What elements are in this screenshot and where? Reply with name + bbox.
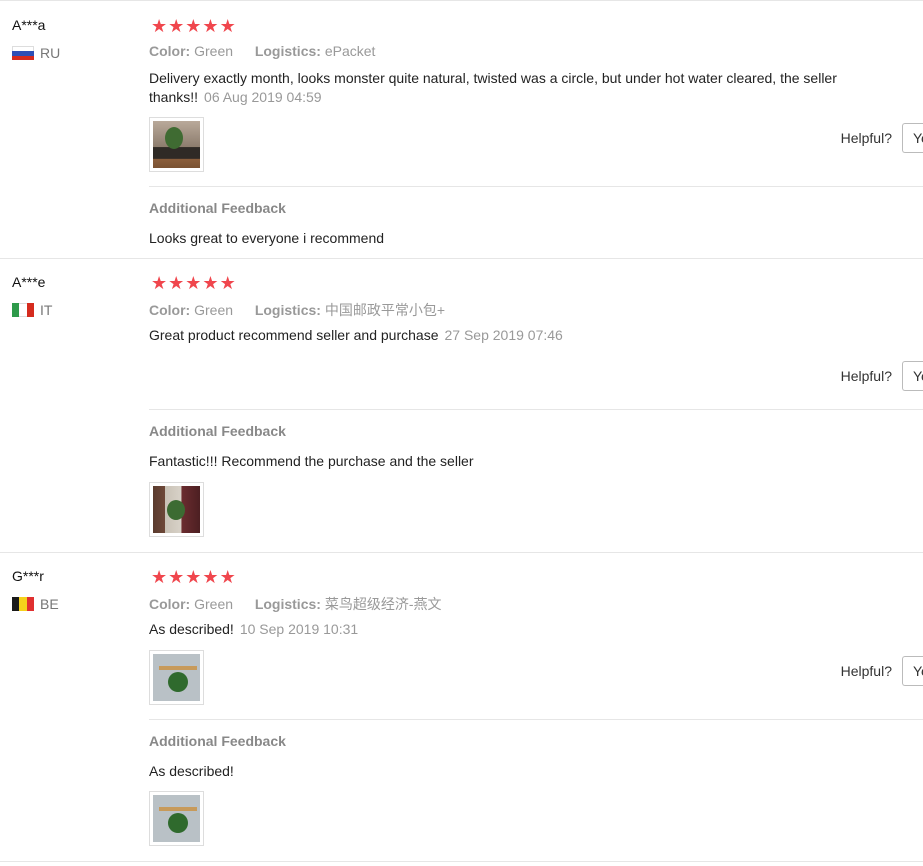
helpful-label: Helpful? bbox=[840, 663, 892, 679]
reviewer-country: IT bbox=[12, 302, 52, 318]
color-value: Green bbox=[194, 43, 234, 59]
country-code: BE bbox=[40, 596, 59, 612]
star-icon: ★ bbox=[219, 16, 236, 36]
color-label: Color: bbox=[149, 43, 191, 59]
review-date: 27 Sep 2019 07:46 bbox=[444, 327, 563, 343]
logistics-label: Logistics: bbox=[254, 596, 321, 612]
country-code: IT bbox=[40, 302, 53, 318]
star-icon: ★ bbox=[185, 567, 202, 587]
additional-feedback-title: Additional Feedback bbox=[149, 200, 286, 216]
review-date: 06 Aug 2019 04:59 bbox=[204, 89, 322, 105]
divider bbox=[149, 719, 923, 720]
divider bbox=[149, 409, 923, 410]
helpful-vote: Helpful? Yes bbox=[841, 123, 923, 153]
color-value: Green bbox=[194, 596, 234, 612]
helpful-yes-button[interactable]: Yes bbox=[902, 656, 923, 686]
flag-be-icon bbox=[12, 597, 34, 611]
helpful-vote: Helpful? Yes bbox=[841, 361, 923, 391]
logistics-value: 菜鸟超级经济-燕文 bbox=[324, 596, 442, 612]
star-icon: ★ bbox=[168, 567, 185, 587]
order-info: Color: Green Logistics: 菜鸟超级经济-燕文 bbox=[149, 594, 442, 614]
flag-ru-icon bbox=[12, 46, 34, 60]
review-text: As described! 10 Sep 2019 10:31 bbox=[149, 620, 899, 639]
review-text: Delivery exactly month, looks monster qu… bbox=[149, 69, 899, 107]
color-label: Color: bbox=[149, 302, 191, 318]
review-photo-thumbnail[interactable] bbox=[149, 117, 204, 172]
feedback-photo-thumbnail[interactable] bbox=[149, 482, 204, 537]
star-icon: ★ bbox=[219, 567, 236, 587]
divider bbox=[149, 186, 923, 187]
star-icon: ★ bbox=[202, 16, 219, 36]
helpful-yes-button[interactable]: Yes bbox=[902, 361, 923, 391]
reviewer-country: RU bbox=[12, 45, 60, 61]
star-rating: ★ ★ ★ ★ ★ bbox=[151, 274, 236, 292]
review-body: Great product recommend seller and purch… bbox=[149, 327, 439, 343]
star-rating: ★ ★ ★ ★ ★ bbox=[151, 17, 236, 35]
review-item: A***e IT ★ ★ ★ ★ ★ Color: Green Logistic… bbox=[0, 258, 923, 553]
additional-feedback-title: Additional Feedback bbox=[149, 733, 286, 749]
additional-feedback-text: Looks great to everyone i recommend bbox=[149, 230, 385, 246]
star-icon: ★ bbox=[185, 273, 202, 293]
star-icon: ★ bbox=[202, 273, 219, 293]
review-body: As described! bbox=[149, 621, 234, 637]
star-icon: ★ bbox=[202, 567, 219, 587]
plant-photo bbox=[153, 486, 200, 533]
color-label: Color: bbox=[149, 596, 191, 612]
plant-photo bbox=[153, 654, 200, 701]
reviewer-name: A***a bbox=[12, 17, 46, 33]
star-rating: ★ ★ ★ ★ ★ bbox=[151, 568, 236, 586]
logistics-label: Logistics: bbox=[254, 302, 321, 318]
review-item: G***r BE ★ ★ ★ ★ ★ Color: Green Logistic… bbox=[0, 552, 923, 862]
order-info: Color: Green Logistics: 中国邮政平常小包+ bbox=[149, 300, 445, 320]
order-info: Color: Green Logistics: ePacket bbox=[149, 43, 375, 59]
plant-photo bbox=[153, 795, 200, 842]
additional-feedback-text: Fantastic!!! Recommend the purchase and … bbox=[149, 453, 474, 469]
helpful-label: Helpful? bbox=[840, 368, 892, 384]
logistics-value: ePacket bbox=[324, 43, 376, 59]
flag-it-icon bbox=[12, 303, 34, 317]
helpful-label: Helpful? bbox=[840, 130, 892, 146]
additional-feedback-title: Additional Feedback bbox=[149, 423, 286, 439]
reviewer-name: G***r bbox=[12, 568, 44, 584]
reviewer-name: A***e bbox=[12, 274, 46, 290]
star-icon: ★ bbox=[185, 16, 202, 36]
reviewer-country: BE bbox=[12, 596, 59, 612]
star-icon: ★ bbox=[151, 273, 168, 293]
star-icon: ★ bbox=[151, 16, 168, 36]
additional-feedback-text: As described! bbox=[149, 763, 234, 779]
color-value: Green bbox=[194, 302, 234, 318]
logistics-label: Logistics: bbox=[254, 43, 321, 59]
plant-photo bbox=[153, 121, 200, 168]
review-photo-thumbnail[interactable] bbox=[149, 650, 204, 705]
star-icon: ★ bbox=[168, 273, 185, 293]
feedback-photo-thumbnail[interactable] bbox=[149, 791, 204, 846]
helpful-yes-button[interactable]: Yes bbox=[902, 123, 923, 153]
review-item: A***a RU ★ ★ ★ ★ ★ Color: Green Logistic… bbox=[0, 1, 923, 259]
star-icon: ★ bbox=[151, 567, 168, 587]
review-date: 10 Sep 2019 10:31 bbox=[239, 621, 359, 637]
star-icon: ★ bbox=[168, 16, 185, 36]
country-code: RU bbox=[40, 45, 61, 61]
review-text: Great product recommend seller and purch… bbox=[149, 326, 899, 345]
helpful-vote: Helpful? Yes bbox=[841, 656, 923, 686]
logistics-value: 中国邮政平常小包+ bbox=[324, 302, 446, 318]
star-icon: ★ bbox=[219, 273, 236, 293]
